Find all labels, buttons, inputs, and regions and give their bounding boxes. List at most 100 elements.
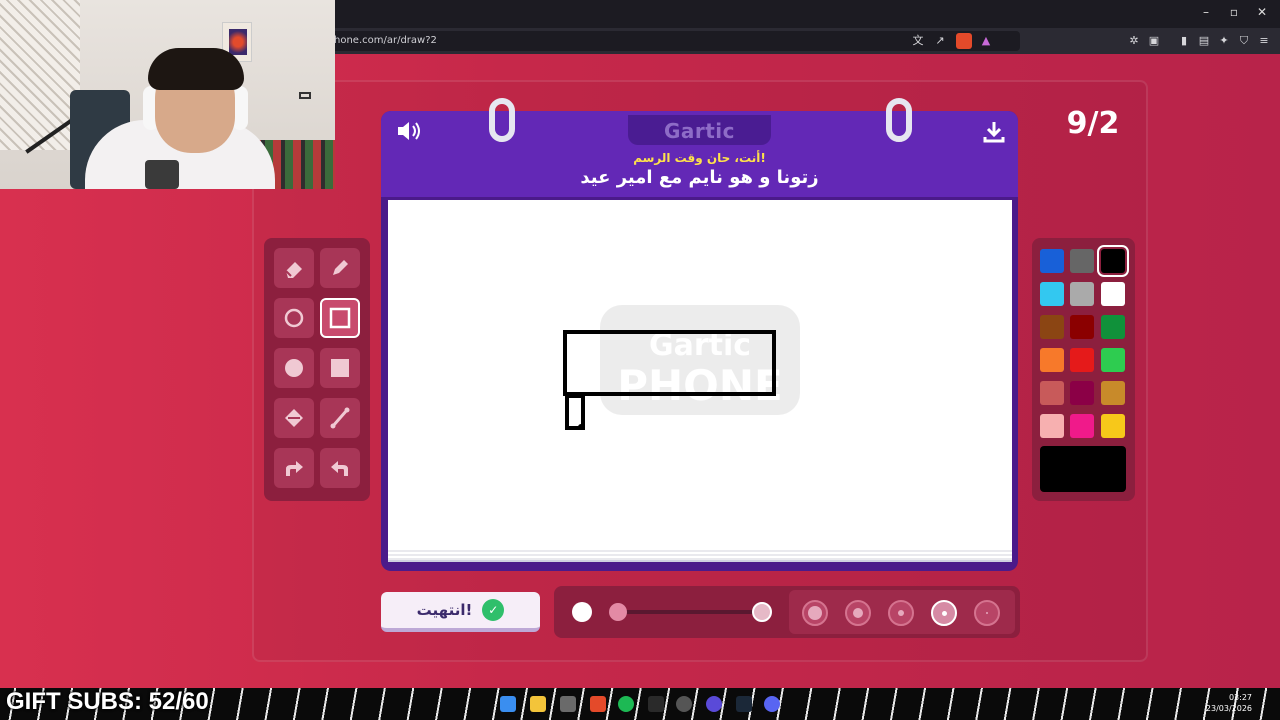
logo-tab: Gartic <box>628 115 771 145</box>
rectangle-outline-tool[interactable] <box>320 298 360 338</box>
color-swatch[interactable] <box>1070 414 1094 438</box>
color-swatch[interactable] <box>1101 282 1125 306</box>
sidebar-icon[interactable]: ▮ <box>1176 33 1192 49</box>
redo-icon <box>286 461 303 476</box>
epic-games-icon[interactable] <box>648 696 664 712</box>
brave-icon[interactable] <box>590 696 606 712</box>
drawing-canvas[interactable]: Gartic PHONE <box>388 200 1012 550</box>
close-icon[interactable]: ✕ <box>1252 5 1272 19</box>
bucket-icon <box>285 409 303 427</box>
color-swatch[interactable] <box>1070 315 1094 339</box>
brush-size-xl[interactable] <box>802 600 828 626</box>
wallet-icon[interactable]: ▤ <box>1196 33 1212 49</box>
drawn-leg <box>565 394 585 430</box>
gift-subs-overlay: GIFT SUBS: 52/60 <box>6 688 209 715</box>
vpn-icon[interactable]: ⛉ <box>1236 33 1252 49</box>
done-button-label: انتهيت! <box>416 601 473 619</box>
opacity-max-indicator <box>752 602 772 622</box>
binder-ring-left <box>489 98 515 142</box>
card-header: Gartic أنت، حان وقت الرسم! زتونا و هو نا… <box>381 111 1018 197</box>
undo-icon <box>331 461 348 476</box>
restore-icon[interactable]: ▫ <box>1224 5 1244 19</box>
cam-person-hair <box>148 48 244 90</box>
color-swatch[interactable] <box>1097 245 1129 277</box>
gartic-logo: Gartic <box>663 119 736 143</box>
pencil-tool[interactable] <box>320 248 360 288</box>
color-swatch[interactable] <box>1040 414 1064 438</box>
color-swatch[interactable] <box>1040 282 1064 306</box>
eraser-icon <box>285 262 302 278</box>
cursor-dot <box>578 424 584 430</box>
color-swatch[interactable] <box>1070 381 1094 405</box>
color-swatch[interactable] <box>1040 381 1064 405</box>
obs-icon[interactable] <box>676 696 692 712</box>
spotify-icon[interactable] <box>618 696 634 712</box>
share-icon[interactable]: ↗ <box>932 33 948 49</box>
tab-icon[interactable]: ▣ <box>1146 33 1162 49</box>
opacity-slider-knob[interactable] <box>609 603 627 621</box>
app-icon[interactable] <box>706 696 722 712</box>
ellipse-filled-tool[interactable] <box>274 348 314 388</box>
check-icon: ✓ <box>482 599 505 621</box>
opacity-min-indicator <box>572 602 592 622</box>
fill-bucket-tool[interactable] <box>274 398 314 438</box>
done-button[interactable]: انتهيت! ✓ <box>381 592 540 632</box>
opacity-slider-track[interactable] <box>609 610 761 614</box>
current-color-preview <box>1040 446 1126 492</box>
square-outline-icon <box>329 307 351 329</box>
leo-icon[interactable]: ✦ <box>1216 33 1232 49</box>
sound-button[interactable] <box>396 120 424 147</box>
undo-tool[interactable] <box>320 448 360 488</box>
color-swatch[interactable] <box>1101 414 1125 438</box>
color-swatch[interactable] <box>1101 315 1125 339</box>
store-icon[interactable] <box>560 696 576 712</box>
brush-size-m[interactable] <box>888 600 914 626</box>
color-swatch[interactable] <box>1101 381 1125 405</box>
circle-outline-icon <box>284 308 304 328</box>
eraser-tool[interactable] <box>274 248 314 288</box>
pencil-icon <box>333 260 348 275</box>
color-swatch[interactable] <box>1040 315 1064 339</box>
watermark-text-phone: PHONE <box>617 361 782 410</box>
steam-icon[interactable] <box>736 696 752 712</box>
webcam-overlay <box>0 0 335 189</box>
cam-microphone <box>145 160 179 189</box>
color-swatch[interactable] <box>1070 249 1094 273</box>
brush-size-s[interactable] <box>931 600 957 626</box>
clock-time: 03:27 <box>1228 693 1252 702</box>
color-swatch[interactable] <box>1040 249 1064 273</box>
brave-shield-icon[interactable] <box>956 33 972 49</box>
line-icon <box>330 407 350 429</box>
rectangle-filled-tool[interactable] <box>320 348 360 388</box>
square-filled-icon <box>331 359 349 377</box>
paper-edge <box>388 550 1012 562</box>
download-button[interactable] <box>982 120 1006 149</box>
brush-size-l[interactable] <box>845 600 871 626</box>
prompt-title: زتونا و هو نايم مع امير عيد <box>580 167 819 188</box>
rewards-icon[interactable]: ▲ <box>978 33 994 49</box>
translate-icon[interactable]: 文 <box>910 33 926 49</box>
cam-outlet <box>299 92 311 99</box>
extensions-icon[interactable]: ✲ <box>1126 33 1142 49</box>
color-swatch[interactable] <box>1101 348 1125 372</box>
prompt-subtitle: أنت، حان وقت الرسم! <box>633 151 766 165</box>
color-swatch[interactable] <box>1040 348 1064 372</box>
line-tool[interactable] <box>320 398 360 438</box>
ellipse-outline-tool[interactable] <box>274 298 314 338</box>
color-swatch[interactable] <box>1070 348 1094 372</box>
circle-filled-icon <box>285 359 303 377</box>
file-explorer-icon[interactable] <box>530 696 546 712</box>
brush-size-xs[interactable] <box>974 600 1000 626</box>
cam-window-grille <box>0 0 80 150</box>
color-swatch[interactable] <box>1070 282 1094 306</box>
taskbar-clock: 03:27 23/03/2026 <box>1200 692 1252 714</box>
binder-ring-right <box>886 98 912 142</box>
start-icon[interactable] <box>500 696 516 712</box>
discord-icon[interactable] <box>764 696 780 712</box>
canvas-watermark: Gartic PHONE <box>600 305 800 415</box>
menu-icon[interactable]: ≡ <box>1256 33 1272 49</box>
redo-tool[interactable] <box>274 448 314 488</box>
minimize-icon[interactable]: – <box>1196 5 1216 19</box>
clock-date: 23/03/2026 <box>1205 704 1252 713</box>
round-counter: 9/2 <box>1066 106 1120 141</box>
